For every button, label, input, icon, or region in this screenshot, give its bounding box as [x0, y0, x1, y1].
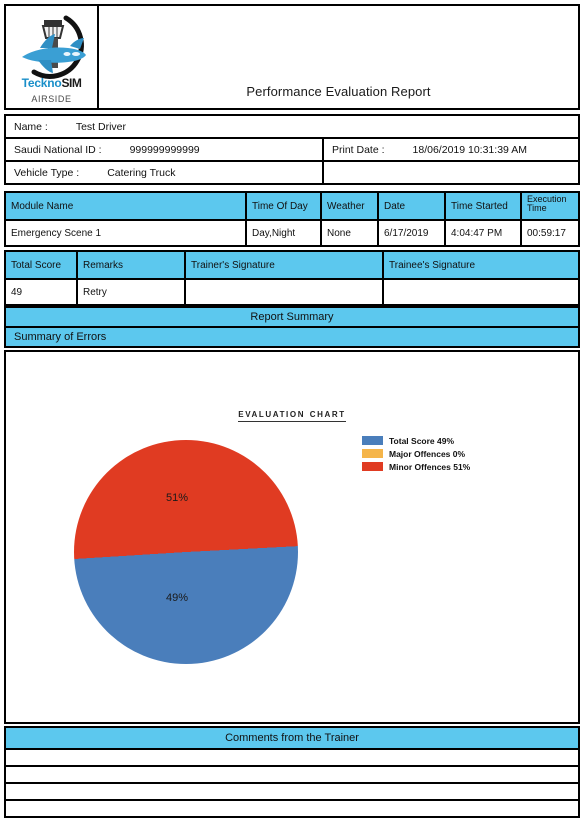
- cell-trainer-signature[interactable]: [186, 280, 384, 304]
- legend-swatch-major-offences: [362, 449, 383, 458]
- print-date-cell: Print Date : 18/06/2019 10:31:39 AM: [324, 139, 578, 160]
- pie-chart-shape: [74, 440, 298, 664]
- legend-item-major-offences: Major Offences 0%: [362, 448, 470, 459]
- national-id-cell: Saudi National ID : 999999999999: [6, 139, 324, 160]
- print-date-value: 18/06/2019 10:31:39 AM: [412, 143, 527, 156]
- national-id-label: Saudi National ID :: [14, 143, 102, 156]
- page-title: Performance Evaluation Report: [246, 84, 431, 99]
- comment-rows: [4, 750, 580, 818]
- info-row-vehicle-type: Vehicle Type : Catering Truck: [6, 162, 578, 183]
- score-table-header-row: Total Score Remarks Trainer's Signature …: [6, 252, 578, 280]
- comment-row[interactable]: [4, 801, 580, 818]
- name-cell: Name : Test Driver: [6, 116, 578, 137]
- col-trainer-signature: Trainer's Signature: [186, 252, 384, 278]
- legend-item-total-score: Total Score 49%: [362, 435, 470, 446]
- cell-module-name: Emergency Scene 1: [6, 221, 247, 245]
- legend-swatch-total-score: [362, 436, 383, 445]
- cell-remarks: Retry: [78, 280, 186, 304]
- report-summary-banner: Report Summary: [4, 306, 580, 328]
- cell-total-score: 49: [6, 280, 78, 304]
- vehicle-type-empty-cell: [324, 162, 578, 183]
- cell-execution-time: 00:59:17: [522, 221, 578, 245]
- vehicle-type-cell: Vehicle Type : Catering Truck: [6, 162, 324, 183]
- logo-subtitle: AIRSIDE: [31, 94, 72, 104]
- comment-row[interactable]: [4, 750, 580, 767]
- print-date-label: Print Date :: [332, 143, 385, 156]
- vehicle-type-value: Catering Truck: [107, 166, 176, 179]
- chart-title-text: Evaluation Chart: [238, 408, 346, 422]
- evaluation-chart-panel: Evaluation Chart 51% 49% Total Score 49%…: [4, 350, 580, 724]
- comment-row[interactable]: [4, 767, 580, 784]
- vehicle-type-label: Vehicle Type :: [14, 166, 80, 179]
- legend-label-minor-offences: Minor Offences 51%: [389, 461, 471, 472]
- comment-row[interactable]: [4, 784, 580, 801]
- summary-of-errors-banner: Summary of Errors: [4, 328, 580, 348]
- airplane-control-tower-logo-icon: TecknoSIM AIRSIDE: [10, 10, 94, 104]
- cell-date: 6/17/2019: [379, 221, 446, 245]
- pie-slice-label-minor-offences: 51%: [166, 492, 189, 504]
- pie-chart: 51% 49%: [74, 440, 298, 664]
- logo-brand-suffix: SIM: [61, 76, 82, 90]
- col-execution-time: Execution Time: [527, 194, 567, 213]
- trainee-info-block: Name : Test Driver Saudi National ID : 9…: [4, 114, 580, 185]
- name-label: Name :: [14, 120, 48, 133]
- company-logo-cell: TecknoSIM AIRSIDE: [4, 4, 99, 110]
- chart-title: Evaluation Chart: [6, 408, 578, 422]
- comments-from-trainer-banner: Comments from the Trainer: [4, 726, 580, 750]
- legend-swatch-minor-offences: [362, 462, 383, 471]
- score-table: Total Score Remarks Trainer's Signature …: [4, 250, 580, 306]
- col-weather: Weather: [322, 193, 379, 219]
- cell-weather: None: [322, 221, 379, 245]
- legend-item-minor-offences: Minor Offences 51%: [362, 461, 470, 472]
- module-table-header-row: Module Name Time Of Day Weather Date Tim…: [6, 193, 578, 221]
- col-date: Date: [379, 193, 446, 219]
- name-value: Test Driver: [75, 120, 127, 133]
- col-time-of-day: Time Of Day: [247, 193, 322, 219]
- col-time-started: Time Started: [446, 193, 522, 219]
- module-table: Module Name Time Of Day Weather Date Tim…: [4, 191, 580, 247]
- legend-label-major-offences: Major Offences 0%: [389, 448, 466, 459]
- col-trainee-signature: Trainee's Signature: [389, 259, 476, 271]
- legend-label-total-score: Total Score 49%: [389, 435, 455, 446]
- report-header: TecknoSIM AIRSIDE Performance Evaluation…: [4, 4, 580, 110]
- cell-time-of-day: Day,Night: [247, 221, 322, 245]
- table-row: 49 Retry: [6, 280, 578, 304]
- col-remarks: Remarks: [78, 252, 186, 278]
- national-id-value: 999999999999: [129, 143, 200, 156]
- report-page: TecknoSIM AIRSIDE Performance Evaluation…: [0, 0, 584, 821]
- cell-time-started: 4:04:47 PM: [446, 221, 522, 245]
- cell-trainee-signature[interactable]: [384, 280, 578, 304]
- logo-brand-text: Teckno: [21, 76, 62, 90]
- chart-legend: Total Score 49% Major Offences 0% Minor …: [362, 435, 470, 472]
- report-title-cell: Performance Evaluation Report: [99, 4, 580, 110]
- info-row-name: Name : Test Driver: [6, 116, 578, 139]
- table-row: Emergency Scene 1 Day,Night None 6/17/20…: [6, 221, 578, 245]
- col-module-name: Module Name: [6, 193, 247, 219]
- info-row-national-id: Saudi National ID : 999999999999 Print D…: [6, 139, 578, 162]
- col-total-score: Total Score: [6, 252, 78, 278]
- pie-slice-label-total-score: 49%: [166, 592, 189, 604]
